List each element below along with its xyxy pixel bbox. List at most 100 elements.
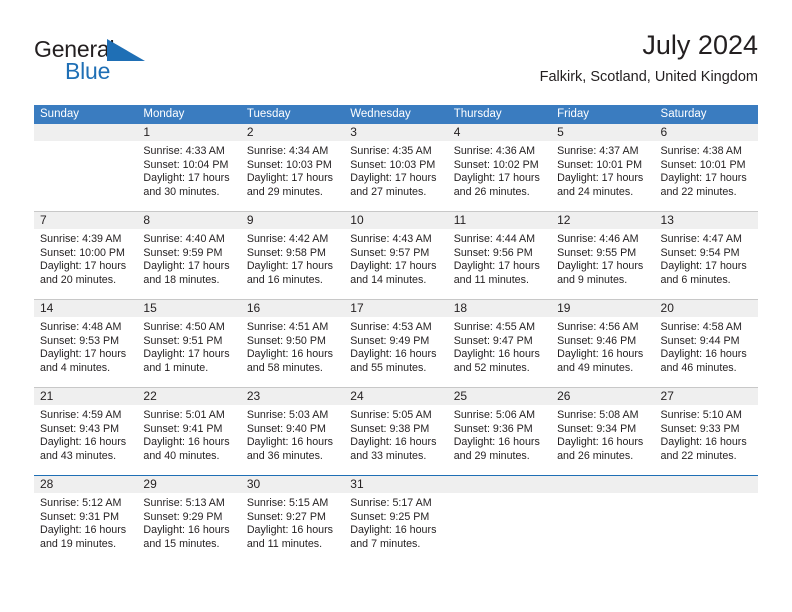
day-cell-18[interactable]: Sunrise: 4:55 AM Sunset: 9:47 PM Daylight:… bbox=[448, 317, 551, 387]
day-cell-12[interactable]: Sunrise: 4:46 AM Sunset: 9:55 PM Daylight:… bbox=[551, 229, 654, 299]
day-cell-19[interactable]: Sunrise: 4:56 AM Sunset: 9:46 PM Daylight:… bbox=[551, 317, 654, 387]
day-detail-band: Sunrise: 4:33 AM Sunset: 10:04 PM Daylight… bbox=[34, 141, 758, 211]
day-detail-line: and 29 minutes. bbox=[246, 185, 323, 198]
day-cell-8[interactable]: Sunrise: 4:40 AM Sunset: 9:59 PM Daylight:… bbox=[137, 229, 240, 299]
day-number-band: 28 29 30 31 bbox=[34, 476, 758, 493]
day-detail-line: Sunset: 9:58 PM bbox=[246, 246, 326, 259]
day-number-25[interactable]: 25 bbox=[448, 388, 551, 405]
day-number-26[interactable]: 26 bbox=[551, 388, 654, 405]
day-number-17[interactable]: 17 bbox=[344, 300, 447, 317]
day-number-30[interactable]: 30 bbox=[241, 476, 344, 493]
day-detail-line: Daylight: 17 hours bbox=[557, 260, 644, 273]
day-number-10[interactable]: 10 bbox=[344, 212, 447, 229]
day-number-18[interactable]: 18 bbox=[448, 300, 551, 317]
day-number-28[interactable]: 28 bbox=[34, 476, 137, 493]
day-detail-line: and 40 minutes. bbox=[143, 449, 220, 462]
day-cell-16[interactable]: Sunrise: 4:51 AM Sunset: 9:50 PM Daylight:… bbox=[241, 317, 344, 387]
day-cell-28[interactable]: Sunrise: 5:12 AM Sunset: 9:31 PM Daylight:… bbox=[34, 493, 137, 563]
calendar-week-row: 28 29 30 31 Sunrise: 5:12 AM Sunset: 9:31 PM D… bbox=[34, 475, 758, 563]
day-detail-line: Sunrise: 4:58 AM bbox=[660, 321, 742, 333]
day-number-13[interactable]: 13 bbox=[655, 212, 758, 229]
day-number-24[interactable]: 24 bbox=[344, 388, 447, 405]
day-number-15[interactable]: 15 bbox=[137, 300, 240, 317]
day-number-31[interactable]: 31 bbox=[344, 476, 447, 493]
day-cell-3[interactable]: Sunrise: 4:35 AM Sunset: 10:03 PM Daylight… bbox=[344, 141, 447, 211]
day-detail-line: Daylight: 16 hours bbox=[246, 436, 333, 449]
day-cell-1[interactable]: Sunrise: 4:33 AM Sunset: 10:04 PM Daylight… bbox=[137, 141, 240, 211]
day-number-11[interactable]: 11 bbox=[448, 212, 551, 229]
day-cell-26[interactable]: Sunrise: 5:08 AM Sunset: 9:34 PM Daylight:… bbox=[551, 405, 654, 475]
day-number-14[interactable]: 14 bbox=[34, 300, 137, 317]
day-cell-15[interactable]: Sunrise: 4:50 AM Sunset: 9:51 PM Daylight:… bbox=[137, 317, 240, 387]
day-cell-13[interactable]: Sunrise: 4:47 AM Sunset: 9:54 PM Daylight:… bbox=[655, 229, 758, 299]
day-cell-14[interactable]: Sunrise: 4:48 AM Sunset: 9:53 PM Daylight:… bbox=[34, 317, 137, 387]
day-number-9[interactable]: 9 bbox=[241, 212, 344, 229]
day-detail-line: Sunrise: 4:38 AM bbox=[660, 145, 742, 157]
day-detail-line: Sunrise: 4:36 AM bbox=[453, 145, 536, 157]
day-detail-line: Sunrise: 4:39 AM bbox=[40, 233, 122, 245]
day-detail-line: Daylight: 16 hours bbox=[453, 436, 540, 449]
day-cell-10[interactable]: Sunrise: 4:43 AM Sunset: 9:57 PM Daylight:… bbox=[344, 229, 447, 299]
day-detail-line: Sunset: 9:47 PM bbox=[453, 334, 533, 347]
day-detail-line: Sunset: 9:50 PM bbox=[246, 334, 326, 347]
day-detail-line: and 55 minutes. bbox=[350, 361, 427, 374]
general-blue-logo[interactable]: General Blue bbox=[34, 36, 234, 92]
day-detail-line: Daylight: 16 hours bbox=[350, 524, 437, 537]
day-cell-24[interactable]: Sunrise: 5:05 AM Sunset: 9:38 PM Daylight:… bbox=[344, 405, 447, 475]
day-cell-2[interactable]: Sunrise: 4:34 AM Sunset: 10:03 PM Daylight… bbox=[241, 141, 344, 211]
day-detail-line: Sunrise: 4:48 AM bbox=[40, 321, 122, 333]
day-number-1[interactable]: 1 bbox=[137, 124, 240, 141]
day-detail-line: Sunrise: 4:50 AM bbox=[143, 321, 225, 333]
day-cell-4[interactable]: Sunrise: 4:36 AM Sunset: 10:02 PM Daylight… bbox=[448, 141, 551, 211]
day-number-21[interactable]: 21 bbox=[34, 388, 137, 405]
day-cell-22[interactable]: Sunrise: 5:01 AM Sunset: 9:41 PM Daylight:… bbox=[137, 405, 240, 475]
day-detail-line: Daylight: 17 hours bbox=[453, 172, 540, 185]
day-cell-29[interactable]: Sunrise: 5:13 AM Sunset: 9:29 PM Daylight:… bbox=[137, 493, 240, 563]
day-cell-25[interactable]: Sunrise: 5:06 AM Sunset: 9:36 PM Daylight:… bbox=[448, 405, 551, 475]
weekday-header-saturday: Saturday bbox=[660, 108, 707, 120]
weekday-header-monday: Monday bbox=[143, 108, 185, 120]
day-cell-21[interactable]: Sunrise: 4:59 AM Sunset: 9:43 PM Daylight:… bbox=[34, 405, 137, 475]
day-number-16[interactable]: 16 bbox=[241, 300, 344, 317]
day-cell-17[interactable]: Sunrise: 4:53 AM Sunset: 9:49 PM Daylight:… bbox=[344, 317, 447, 387]
day-number-20[interactable]: 20 bbox=[655, 300, 758, 317]
day-cell-11[interactable]: Sunrise: 4:44 AM Sunset: 9:56 PM Daylight:… bbox=[448, 229, 551, 299]
day-detail-line: Sunrise: 5:01 AM bbox=[143, 409, 225, 421]
day-number-6[interactable]: 6 bbox=[655, 124, 758, 141]
day-number-3[interactable]: 3 bbox=[344, 124, 447, 141]
day-detail-line: Sunrise: 4:59 AM bbox=[40, 409, 122, 421]
day-cell-9[interactable]: Sunrise: 4:42 AM Sunset: 9:58 PM Daylight:… bbox=[241, 229, 344, 299]
day-number-23[interactable]: 23 bbox=[241, 388, 344, 405]
day-cell-6[interactable]: Sunrise: 4:38 AM Sunset: 10:01 PM Daylight… bbox=[655, 141, 758, 211]
day-number-27[interactable]: 27 bbox=[655, 388, 758, 405]
day-cell-20[interactable]: Sunrise: 4:58 AM Sunset: 9:44 PM Daylight:… bbox=[655, 317, 758, 387]
day-detail-line: and 24 minutes. bbox=[557, 185, 634, 198]
day-detail-line: Daylight: 17 hours bbox=[40, 260, 127, 273]
day-cell-7[interactable]: Sunrise: 4:39 AM Sunset: 10:00 PM Daylight… bbox=[34, 229, 137, 299]
day-detail-line: Sunset: 10:03 PM bbox=[350, 158, 436, 171]
day-cell-31[interactable]: Sunrise: 5:17 AM Sunset: 9:25 PM Daylight:… bbox=[344, 493, 447, 563]
day-detail-line: Sunset: 9:57 PM bbox=[350, 246, 430, 259]
day-detail-line: Sunrise: 5:15 AM bbox=[246, 497, 329, 509]
day-detail-line: Sunset: 9:31 PM bbox=[40, 510, 120, 523]
day-number-band: 7 8 9 10 11 12 13 bbox=[34, 212, 758, 229]
day-cell-30[interactable]: Sunrise: 5:15 AM Sunset: 9:27 PM Daylight:… bbox=[241, 493, 344, 563]
day-detail-line: Sunset: 10:04 PM bbox=[143, 158, 229, 171]
day-number-4[interactable]: 4 bbox=[448, 124, 551, 141]
day-number-29[interactable]: 29 bbox=[137, 476, 240, 493]
day-number-8[interactable]: 8 bbox=[137, 212, 240, 229]
day-number-7[interactable]: 7 bbox=[34, 212, 137, 229]
day-number-2[interactable]: 2 bbox=[241, 124, 344, 141]
day-number-12[interactable]: 12 bbox=[551, 212, 654, 229]
day-detail-band: Sunrise: 4:59 AM Sunset: 9:43 PM Daylight:… bbox=[34, 405, 758, 475]
day-cell-27[interactable]: Sunrise: 5:10 AM Sunset: 9:33 PM Daylight:… bbox=[655, 405, 758, 475]
day-number-5[interactable]: 5 bbox=[551, 124, 654, 141]
day-number-empty bbox=[448, 476, 551, 493]
day-number-19[interactable]: 19 bbox=[551, 300, 654, 317]
day-detail-line: Daylight: 16 hours bbox=[40, 524, 127, 537]
day-number-22[interactable]: 22 bbox=[137, 388, 240, 405]
day-detail-line: Sunrise: 4:40 AM bbox=[143, 233, 225, 245]
day-cell-23[interactable]: Sunrise: 5:03 AM Sunset: 9:40 PM Daylight:… bbox=[241, 405, 344, 475]
day-detail-line: Daylight: 16 hours bbox=[557, 348, 644, 361]
day-cell-5[interactable]: Sunrise: 4:37 AM Sunset: 10:01 PM Daylight… bbox=[551, 141, 654, 211]
